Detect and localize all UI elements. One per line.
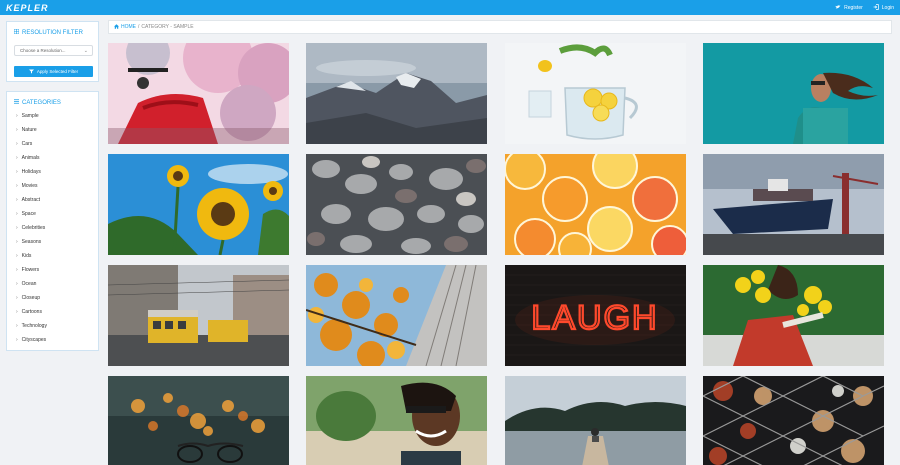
category-item-celebrities[interactable]: › Celebrities	[16, 225, 47, 239]
category-label: Cars	[21, 141, 33, 147]
gallery-image-pebbles[interactable]	[306, 154, 487, 255]
category-label: Sample	[21, 113, 39, 119]
register-label: Register	[844, 4, 863, 11]
category-item-cityscapes[interactable]: › Cityscapes	[16, 337, 47, 351]
chevron-right-icon: ›	[16, 239, 18, 245]
gallery-image-lemonade[interactable]	[505, 43, 686, 144]
chevron-right-icon: ›	[16, 337, 18, 343]
category-list: › Sample › Nature › Cars › Animals › Holidays › Mov…	[16, 113, 47, 351]
gallery-image-fence-bokeh[interactable]	[703, 376, 884, 465]
categories-title: CATEGORIES	[7, 92, 98, 106]
category-label: Cartoons	[21, 309, 42, 315]
gallery-image-scooter[interactable]	[108, 43, 289, 144]
category-item-nature[interactable]: › Nature	[16, 127, 47, 141]
chevron-right-icon: ›	[16, 253, 18, 259]
category-item-abstract[interactable]: › Abstract	[16, 197, 47, 211]
gallery-image-glasses-bokeh[interactable]	[108, 376, 289, 465]
chevron-right-icon: ›	[16, 113, 18, 119]
resolution-filter-panel: RESOLUTION FILTER Choose a Resolution...…	[6, 21, 99, 82]
filter-icon	[28, 69, 34, 75]
breadcrumb-home[interactable]: HOME	[114, 23, 136, 31]
gallery-image-mountain[interactable]	[306, 43, 487, 144]
category-label: Nature	[21, 127, 37, 133]
login-icon	[873, 3, 879, 12]
chevron-right-icon: ›	[16, 323, 18, 329]
category-label: Celebrities	[21, 225, 46, 231]
resolution-select-value: Choose a Resolution...	[20, 48, 66, 53]
category-item-kids[interactable]: › Kids	[16, 253, 47, 267]
category-label: Abstract	[21, 197, 41, 203]
chevron-down-icon: ⌄	[83, 47, 88, 54]
top-navbar: KEPLER Register Login	[0, 0, 900, 15]
chevron-right-icon: ›	[16, 295, 18, 301]
gallery-image-pier-lake[interactable]	[505, 376, 686, 465]
category-label: Space	[21, 211, 36, 217]
chevron-right-icon: ›	[16, 183, 18, 189]
breadcrumb-current: CATEGORY - SAMPLE	[141, 24, 194, 30]
chevron-right-icon: ›	[16, 141, 18, 147]
category-label: Kids	[21, 253, 32, 259]
grid-icon	[13, 28, 20, 36]
gallery-image-cargo-ship[interactable]	[703, 154, 884, 255]
breadcrumb-separator: /	[138, 24, 140, 30]
category-item-flowers[interactable]: › Flowers	[16, 267, 47, 281]
register-link[interactable]: Register	[835, 4, 863, 12]
apply-filter-button[interactable]: Apply Selected Filter	[14, 66, 93, 77]
chevron-right-icon: ›	[16, 127, 18, 133]
category-item-space[interactable]: › Space	[16, 211, 47, 225]
category-item-cars[interactable]: › Cars	[16, 141, 47, 155]
chevron-right-icon: ›	[16, 197, 18, 203]
category-label: Seasons	[21, 239, 42, 245]
list-icon	[14, 99, 19, 106]
gallery-image-autumn-building[interactable]	[306, 265, 487, 366]
category-item-sample[interactable]: › Sample	[16, 113, 47, 127]
home-icon	[114, 23, 119, 31]
chevron-right-icon: ›	[16, 225, 18, 231]
apply-filter-label: Apply Selected Filter	[36, 69, 79, 74]
bird-icon	[835, 4, 841, 12]
category-label: Animals	[21, 155, 40, 161]
resolution-select[interactable]: Choose a Resolution... ⌄	[14, 45, 93, 56]
gallery-image-citrus[interactable]	[505, 154, 686, 255]
gallery-image-smiling-man[interactable]	[306, 376, 487, 465]
gallery-image-woman-flowers[interactable]	[703, 265, 884, 366]
category-item-seasons[interactable]: › Seasons	[16, 239, 47, 253]
gallery-image-laugh-neon[interactable]: LAUGH	[505, 265, 686, 366]
category-label: Movies	[21, 183, 38, 189]
category-item-movies[interactable]: › Movies	[16, 183, 47, 197]
resolution-filter-title: RESOLUTION FILTER	[7, 22, 98, 36]
gallery-image-tram[interactable]	[108, 265, 289, 366]
category-item-closeup[interactable]: › Closeup	[16, 295, 47, 309]
gallery-image-sunflowers[interactable]	[108, 154, 289, 255]
login-label: Login	[881, 4, 894, 11]
top-actions: Register Login	[835, 3, 894, 12]
category-label: Cityscapes	[21, 337, 47, 343]
chevron-right-icon: ›	[16, 267, 18, 273]
category-item-animals[interactable]: › Animals	[16, 155, 47, 169]
category-label: Ocean	[21, 281, 37, 287]
login-link[interactable]: Login	[873, 3, 894, 12]
breadcrumb-home-label: HOME	[121, 24, 136, 30]
chevron-right-icon: ›	[16, 281, 18, 287]
chevron-right-icon: ›	[16, 309, 18, 315]
category-item-holidays[interactable]: › Holidays	[16, 169, 47, 183]
site-logo[interactable]: KEPLER	[6, 3, 49, 13]
categories-title-text: CATEGORIES	[22, 99, 61, 106]
category-item-ocean[interactable]: › Ocean	[16, 281, 47, 295]
chevron-right-icon: ›	[16, 211, 18, 217]
category-label: Flowers	[21, 267, 40, 273]
chevron-right-icon: ›	[16, 155, 18, 161]
chevron-right-icon: ›	[16, 169, 18, 175]
resolution-filter-title-text: RESOLUTION FILTER	[22, 29, 83, 36]
category-item-technology[interactable]: › Technology	[16, 323, 47, 337]
gallery-image-woman-teal[interactable]	[703, 43, 884, 144]
category-item-cartoons[interactable]: › Cartoons	[16, 309, 47, 323]
category-label: Technology	[21, 323, 47, 329]
categories-panel: CATEGORIES › Sample › Nature › Cars › Animals › H…	[6, 91, 99, 351]
category-label: Holidays	[21, 169, 41, 175]
category-label: Closeup	[21, 295, 41, 301]
breadcrumb: HOME / CATEGORY - SAMPLE	[108, 20, 892, 34]
